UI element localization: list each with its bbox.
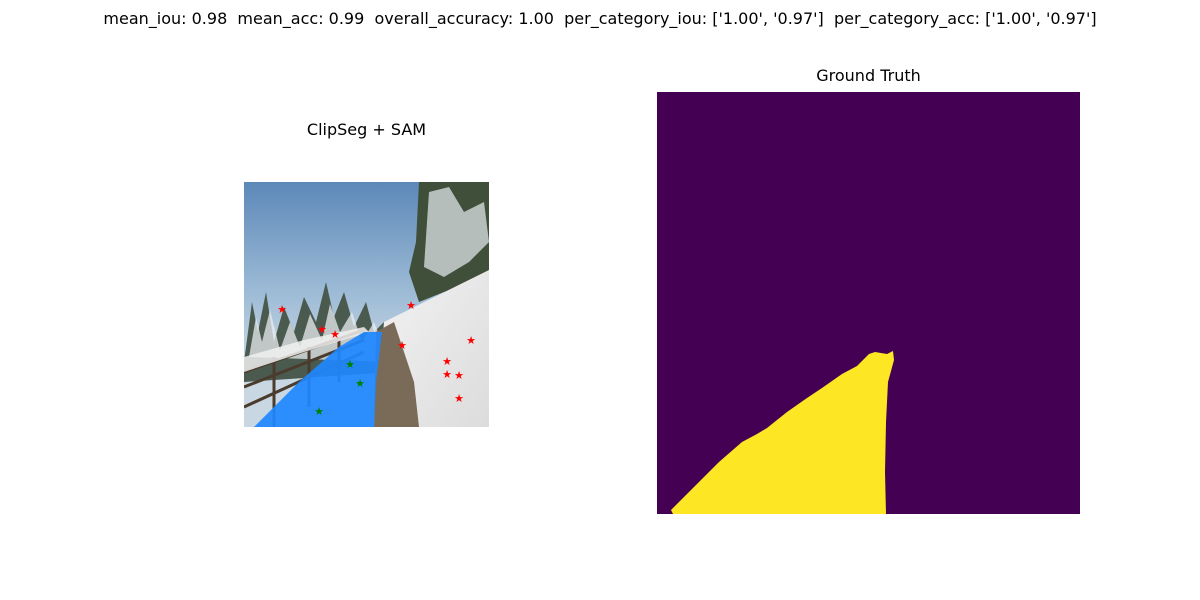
svg-text:★: ★: [454, 369, 464, 382]
metrics-suptitle: mean_iou: 0.98 mean_acc: 0.99 overall_ac…: [103, 9, 1097, 28]
svg-text:★: ★: [442, 355, 452, 368]
left-panel-title: ClipSeg + SAM: [306, 120, 427, 139]
ground-truth-mask: [657, 92, 1080, 514]
prediction-overlay-image: ★ ★ ★ ★ ★ ★ ★ ★ ★ ★ ★ ★ ★: [244, 182, 489, 427]
svg-text:★: ★: [314, 405, 324, 418]
svg-text:★: ★: [442, 368, 452, 381]
svg-text:★: ★: [277, 303, 287, 316]
svg-text:★: ★: [406, 299, 416, 312]
svg-text:★: ★: [466, 334, 476, 347]
right-panel-title: Ground Truth: [816, 66, 921, 85]
svg-text:★: ★: [317, 323, 327, 336]
svg-text:★: ★: [345, 358, 355, 371]
svg-text:★: ★: [454, 392, 464, 405]
svg-text:★: ★: [355, 377, 365, 390]
svg-text:★: ★: [330, 328, 340, 341]
figure: mean_iou: 0.98 mean_acc: 0.99 overall_ac…: [0, 0, 1200, 600]
svg-text:★: ★: [397, 339, 407, 352]
